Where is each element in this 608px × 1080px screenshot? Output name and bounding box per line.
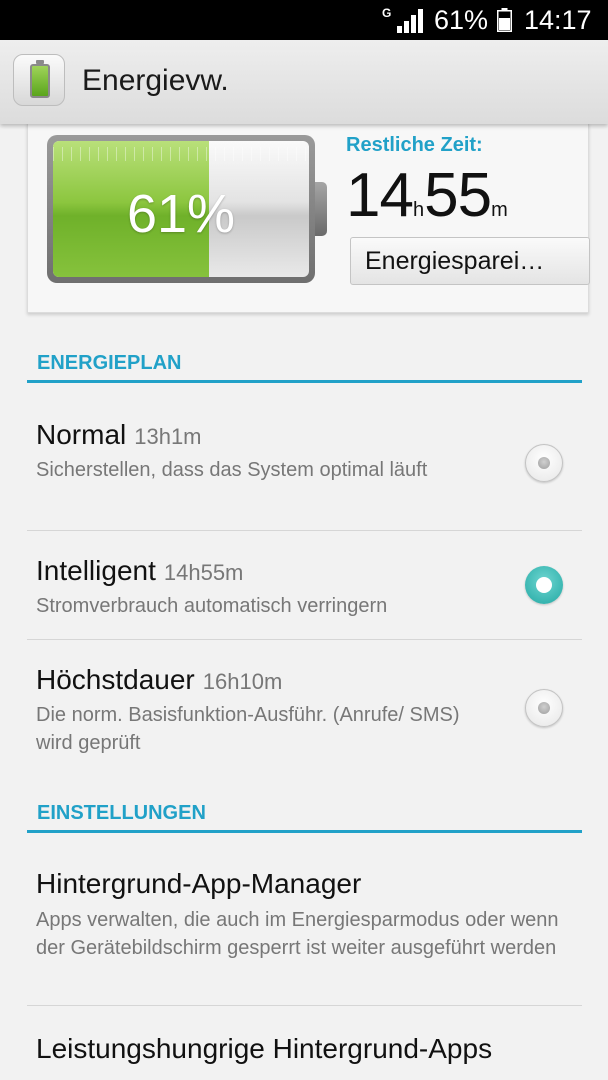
plan-item-intelligent[interactable]: Intelligent 14h55m Stromverbrauch automat… [27,531,582,640]
radio-normal[interactable] [525,444,563,482]
plan-title: Intelligent [36,555,156,586]
plan-duration: 13h1m [134,424,202,449]
setting-description: Apps verwalten, die auch im Energiesparm… [36,909,559,959]
energy-plan-header-label: ENERGIEPLAN [37,352,182,374]
remaining-time-label: Restliche Zeit: [346,134,483,156]
plan-duration: 14h55m [163,560,244,585]
radio-maximum-duration[interactable] [525,689,563,727]
divider [27,1005,582,1006]
energy-plan-header: ENERGIEPLAN [27,352,582,383]
battery-app-icon[interactable] [13,54,65,106]
battery-status-card: 61% Restliche Zeit: 14h55m Energiesparei… [27,122,590,313]
plan-item-maximum-duration[interactable]: Höchstdauer 16h10m Die norm. Basisfunktio… [27,640,582,765]
hours-unit: h [412,199,425,221]
battery-level-graphic: 61% [47,135,315,283]
minutes-unit: m [491,199,508,221]
plan-title-row: Normal 13h1m [36,419,202,451]
setting-title: Leistungshungrige Hintergrund-Apps [36,1033,493,1064]
remaining-time-value: 14h55m [346,160,508,231]
status-bar: G 61% 14:17 [0,0,608,40]
battery-terminal [315,182,327,236]
signal-icon [397,9,425,33]
remaining-hours: 14 [346,161,414,230]
plan-title-row: Höchstdauer 16h10m [36,664,282,696]
status-battery-percent: 61% [434,5,489,35]
setting-title: Hintergrund-App-Manager [36,868,362,899]
plan-description: Die norm. Basisfunktion-Ausführ. (Anrufe… [36,704,460,754]
plan-duration: 16h10m [202,669,283,694]
plan-description: Sicherstellen, dass das System optimal l… [36,459,428,481]
plan-item-normal[interactable]: Normal 13h1m Sicherstellen, dass das Syst… [27,404,582,531]
remaining-minutes: 55 [424,161,492,230]
app-title: Energievw. [82,64,229,97]
energy-saver-button[interactable]: Energiesparei… [350,237,590,285]
plan-title-row: Intelligent 14h55m [36,555,243,587]
plan-title: Normal [36,419,127,450]
plan-title: Höchstdauer [36,664,195,695]
settings-header: EINSTELLUNGEN [27,802,582,833]
action-bar: Energievw. [0,40,608,124]
radio-intelligent[interactable] [525,566,563,604]
plan-description: Stromverbrauch automatisch verringern [36,595,388,617]
battery-status-icon [497,8,512,32]
status-time: 14:17 [524,5,592,35]
network-type: G [382,6,392,20]
battery-percent-label: 61% [126,184,236,244]
settings-header-label: EINSTELLUNGEN [37,802,206,824]
